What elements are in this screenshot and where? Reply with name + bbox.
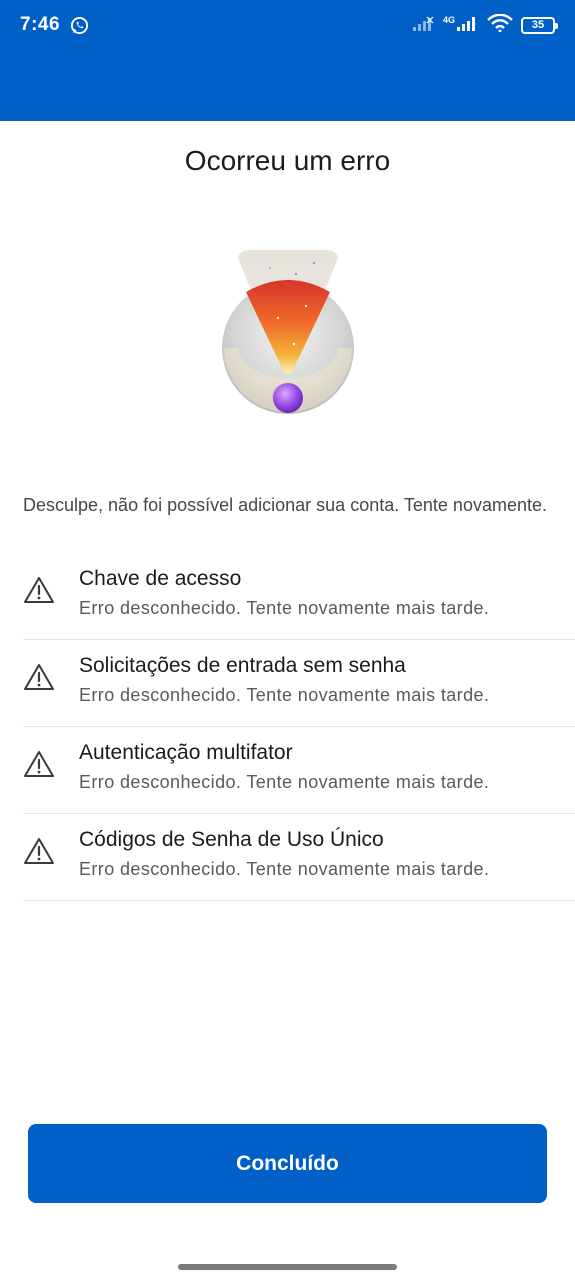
signal-icon-2 [457, 15, 479, 36]
gesture-navigation-handle[interactable] [178, 1264, 397, 1270]
list-item-otp: Códigos de Senha de Uso Único Erro desco… [23, 814, 575, 901]
status-bar: 7:46 4G 35 [0, 0, 575, 50]
battery-level: 35 [531, 19, 545, 31]
warning-triangle-icon [23, 836, 55, 866]
intro-message: Desculpe, não foi possível adicionar sua… [23, 495, 547, 515]
list-item-passkey: Chave de acesso Erro desconhecido. Tente… [23, 553, 575, 640]
page-title: Ocorreu um erro [184, 145, 391, 176]
list-item-passwordless: Solicitações de entrada sem senha Erro d… [23, 640, 575, 727]
status-icons: 4G 35 [412, 13, 558, 37]
network-type: 4G [442, 15, 455, 25]
done-button[interactable]: Concluído [28, 1124, 547, 1203]
item-title: Autenticação multifator [79, 741, 293, 764]
item-message: Erro desconhecido. Tente novamente mais … [79, 859, 490, 879]
warning-triangle-icon [23, 662, 55, 692]
warning-triangle-icon [23, 575, 55, 605]
warning-triangle-icon [23, 749, 55, 779]
error-list: Chave de acesso Erro desconhecido. Tente… [23, 553, 575, 901]
error-exclamation-illustration [218, 248, 358, 418]
status-time: 7:46 [20, 14, 61, 35]
signal-icon [412, 15, 435, 36]
whatsapp-icon [70, 16, 89, 35]
wifi-icon [487, 13, 513, 37]
item-message: Erro desconhecido. Tente novamente mais … [79, 772, 490, 792]
item-title: Solicitações de entrada sem senha [79, 654, 406, 677]
item-message: Erro desconhecido. Tente novamente mais … [79, 598, 490, 618]
battery-icon: 35 [521, 16, 558, 34]
item-title: Códigos de Senha de Uso Único [79, 828, 384, 851]
item-title: Chave de acesso [79, 567, 242, 590]
list-item-mfa: Autenticação multifator Erro desconhecid… [23, 727, 575, 814]
item-message: Erro desconhecido. Tente novamente mais … [79, 685, 490, 705]
